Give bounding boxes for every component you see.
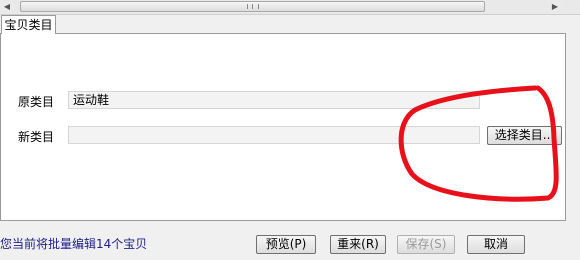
red-circle-annotation (398, 85, 559, 202)
tab-item-category[interactable]: 宝贝类目 (1, 15, 56, 34)
